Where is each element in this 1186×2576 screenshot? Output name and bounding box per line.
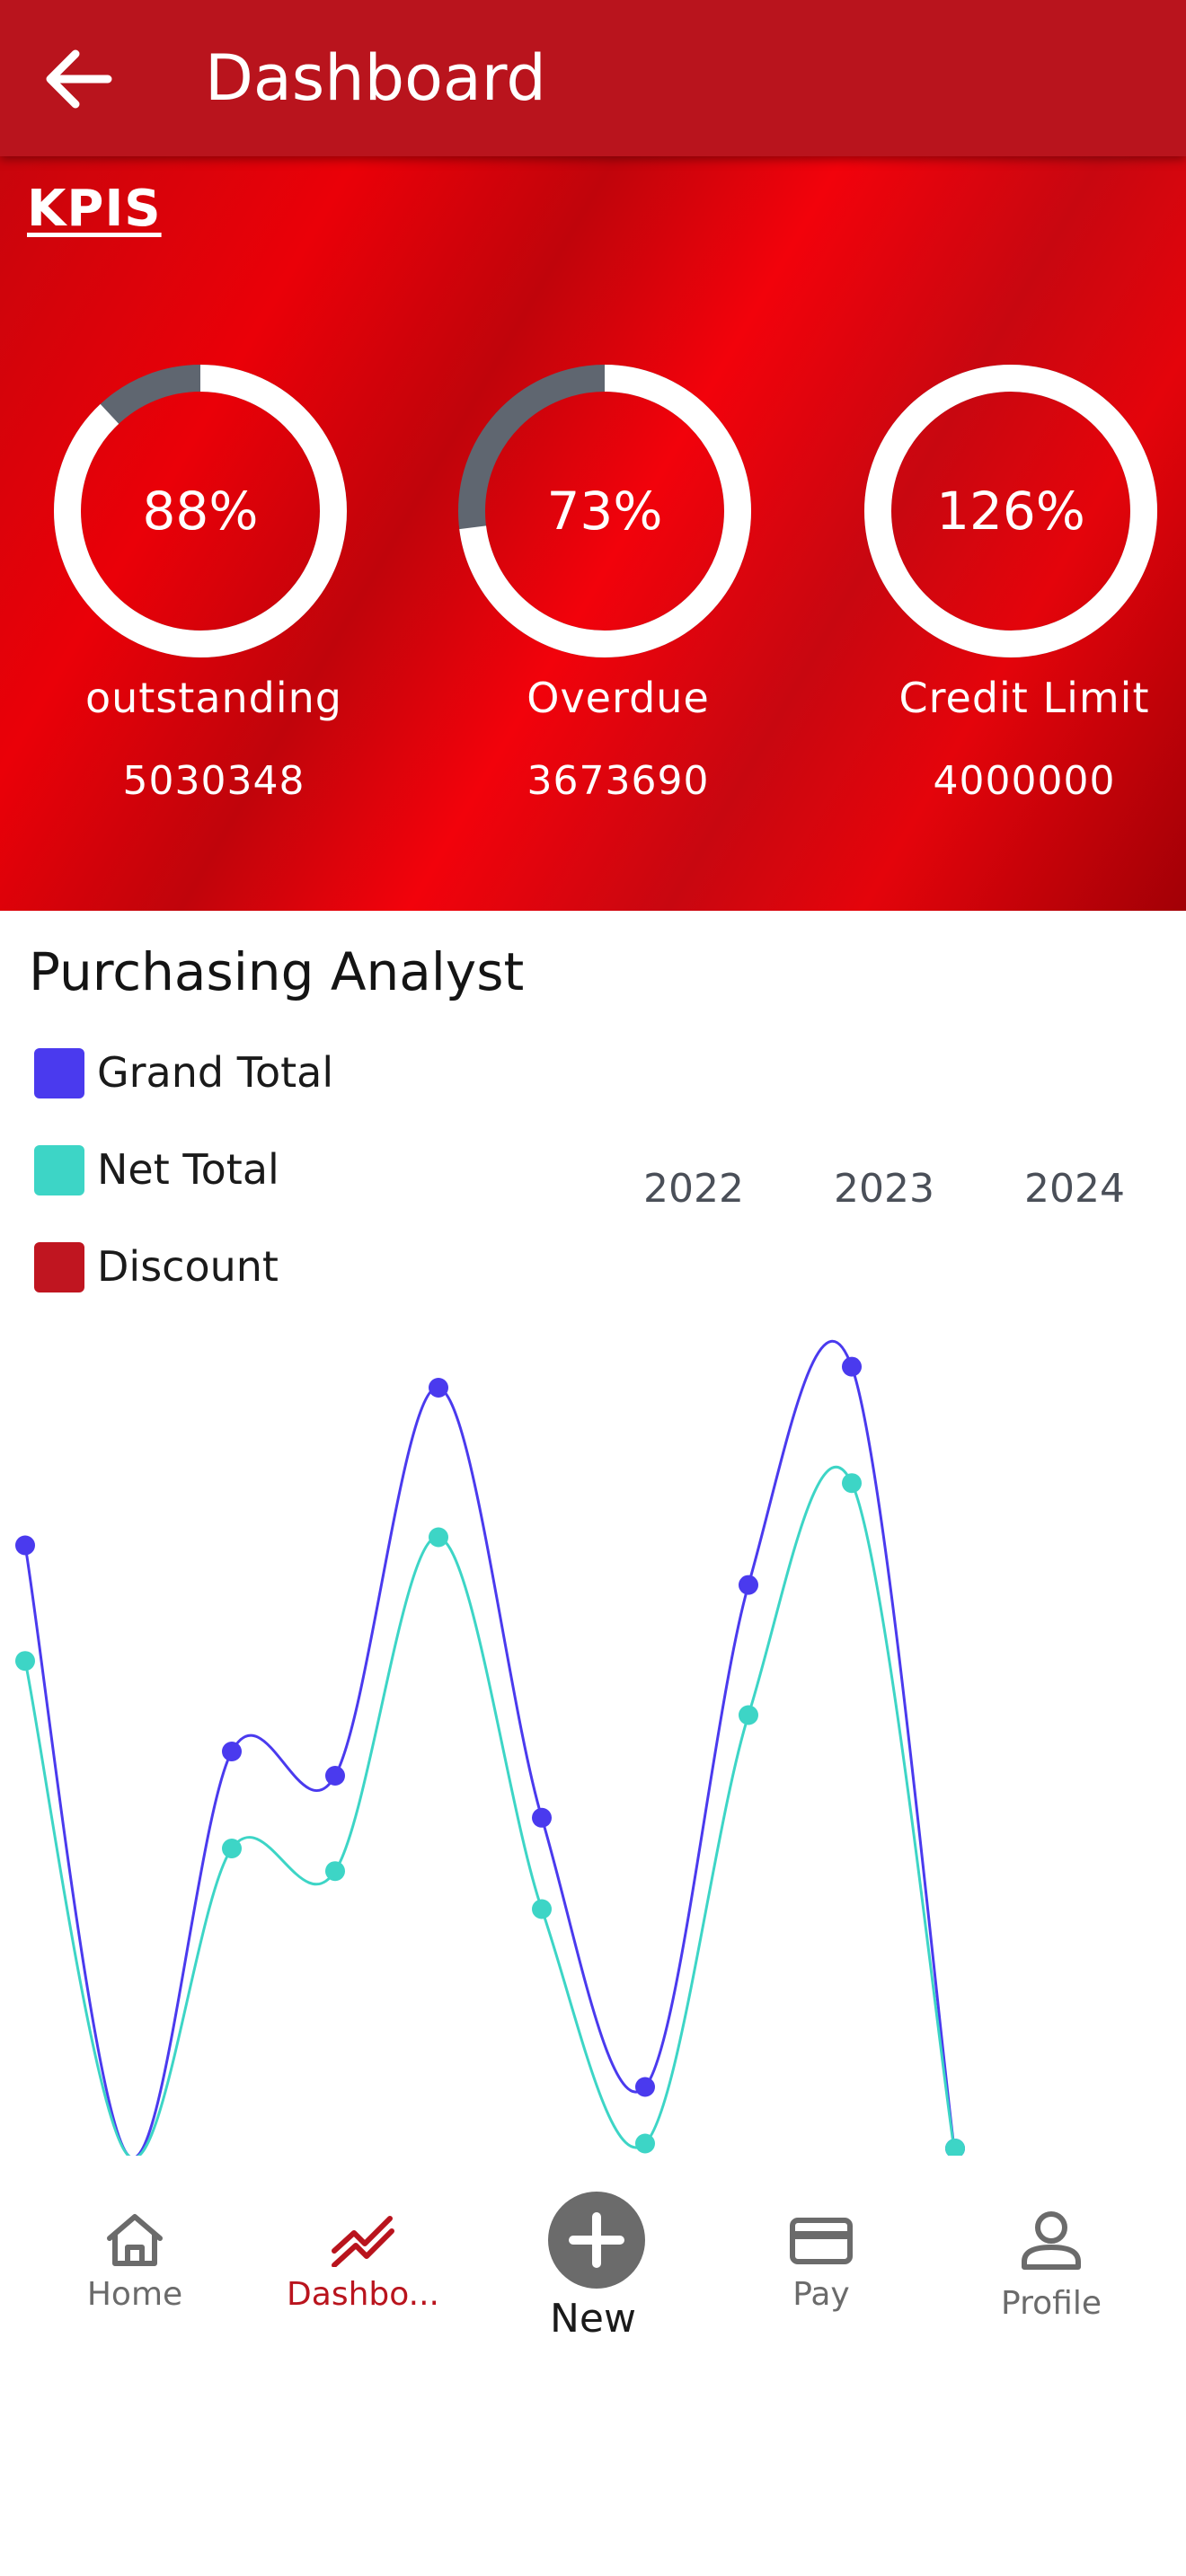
data-point[interactable] bbox=[222, 1839, 242, 1858]
nav-item-pay[interactable]: Pay bbox=[722, 2156, 920, 2362]
legend-label: Grand Total bbox=[97, 1048, 334, 1097]
data-point[interactable] bbox=[945, 2139, 965, 2156]
data-point[interactable] bbox=[222, 1742, 242, 1761]
year-tab-2024[interactable]: 2024 bbox=[1003, 1166, 1146, 1212]
page-title: Dashboard bbox=[205, 41, 546, 115]
kpi-label: Credit Limit bbox=[898, 674, 1150, 722]
kpi-label: outstanding bbox=[84, 674, 342, 722]
kpi-percent: 88% bbox=[142, 481, 259, 542]
legend-swatch bbox=[34, 1145, 84, 1195]
kpi-gauge-credit-limit: 126% bbox=[863, 363, 1159, 659]
legend-swatch bbox=[34, 1048, 84, 1098]
year-tab-2023[interactable]: 2023 bbox=[812, 1166, 956, 1212]
year-tab-2022[interactable]: 2022 bbox=[622, 1166, 766, 1212]
nav-label: Home bbox=[86, 2276, 183, 2313]
data-point[interactable] bbox=[635, 2133, 655, 2154]
data-point[interactable] bbox=[15, 1535, 35, 1556]
series-line-grand-total bbox=[23, 1339, 957, 2156]
home-icon bbox=[107, 2214, 163, 2266]
nav-label: Pay bbox=[792, 2276, 850, 2313]
data-point[interactable] bbox=[739, 1705, 758, 1725]
plus-icon bbox=[569, 2212, 624, 2268]
line-chart bbox=[15, 1339, 965, 2156]
kpi-percent: 126% bbox=[936, 481, 1085, 542]
legend-swatch bbox=[34, 1242, 84, 1292]
data-point[interactable] bbox=[739, 1575, 758, 1595]
nav-label: Dashbo... bbox=[287, 2276, 439, 2313]
nav-item-profile[interactable]: Profile bbox=[952, 2156, 1150, 2362]
credit-card-icon bbox=[790, 2218, 853, 2264]
data-point[interactable] bbox=[325, 1766, 345, 1786]
nav-label: Profile bbox=[1001, 2285, 1102, 2322]
series-line-net-total bbox=[23, 1465, 957, 2156]
kpi-panel: KPIS 88% outstanding 5030348 73% Overdue… bbox=[0, 156, 1186, 911]
data-point[interactable] bbox=[15, 1651, 35, 1672]
add-circle-icon bbox=[548, 2192, 645, 2289]
kpi-value: 5030348 bbox=[122, 758, 305, 804]
data-point[interactable] bbox=[429, 1527, 448, 1548]
user-icon bbox=[1022, 2211, 1081, 2270]
data-point[interactable] bbox=[532, 1807, 552, 1828]
kpi-gauge-outstanding: 88% bbox=[52, 363, 349, 659]
nav-item-home[interactable]: Home bbox=[36, 2156, 234, 2362]
legend-label: Net Total bbox=[97, 1145, 279, 1194]
kpi-heading: KPIS bbox=[27, 180, 162, 238]
data-point[interactable] bbox=[635, 2077, 655, 2097]
kpi-gauge-overdue: 73% bbox=[456, 363, 753, 659]
data-point[interactable] bbox=[842, 1473, 862, 1494]
back-button[interactable] bbox=[41, 43, 117, 115]
chart-title: Purchasing Analyst bbox=[29, 941, 525, 1002]
data-point[interactable] bbox=[325, 1861, 345, 1882]
data-point[interactable] bbox=[532, 1899, 552, 1919]
data-point[interactable] bbox=[842, 1356, 862, 1377]
nav-item-new[interactable]: New bbox=[494, 2156, 692, 2362]
legend-label: Discount bbox=[97, 1242, 279, 1291]
arrow-left-icon bbox=[46, 49, 112, 109]
trending-up-icon bbox=[332, 2216, 394, 2267]
kpi-percent: 73% bbox=[546, 481, 663, 542]
kpi-value: 4000000 bbox=[933, 758, 1116, 804]
kpi-label: Overdue bbox=[527, 674, 710, 722]
app-bar: Dashboard bbox=[0, 0, 1186, 156]
nav-item-dashboard[interactable]: Dashbo... bbox=[264, 2156, 462, 2362]
nav-label: New bbox=[550, 2296, 636, 2342]
kpi-value: 3673690 bbox=[527, 758, 710, 804]
bottom-navigation: Home Dashbo... New Pay Profile bbox=[0, 2156, 1186, 2416]
data-point[interactable] bbox=[429, 1378, 448, 1398]
